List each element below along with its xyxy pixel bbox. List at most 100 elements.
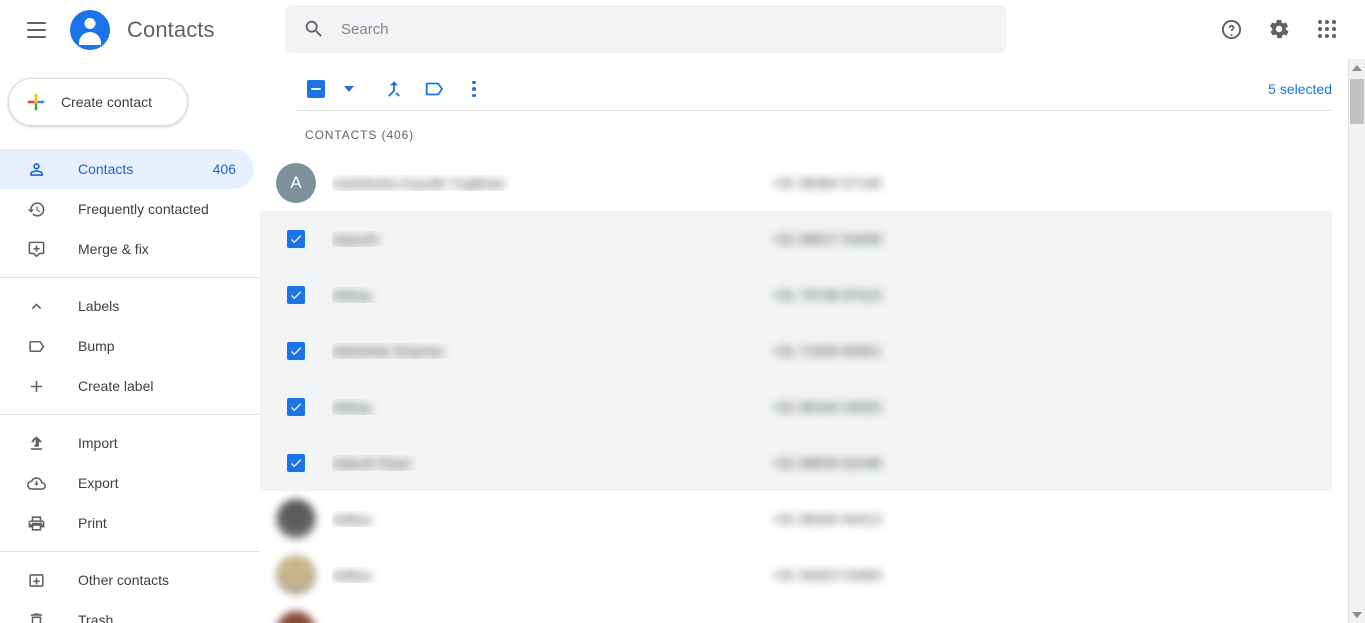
chevron-up-icon xyxy=(26,296,46,316)
sidebar: Create contact Contacts 406 Frequently c… xyxy=(0,59,260,623)
sidebar-item-merge-and-fix[interactable]: Merge & fix xyxy=(0,229,254,269)
apply-label-button[interactable] xyxy=(414,69,454,109)
table-row[interactable]: Abhishek Sharma +91 71609 60901 xyxy=(260,323,1332,379)
select-all-checkbox[interactable] xyxy=(296,69,336,109)
person-icon xyxy=(26,159,46,179)
contact-phone: +91 88345 64413 xyxy=(772,511,882,527)
avatar xyxy=(260,499,332,539)
scrollbar-thumb[interactable] xyxy=(1350,79,1364,124)
sidebar-item-frequently-contacted[interactable]: Frequently contacted xyxy=(0,189,254,229)
avatar xyxy=(260,555,332,595)
avatar-photo[interactable] xyxy=(276,499,316,539)
sidebar-item-label: Import xyxy=(78,435,118,451)
row-checkbox-cell xyxy=(260,230,332,248)
checkbox-checked-icon[interactable] xyxy=(287,342,305,360)
sidebar-item-create-label[interactable]: Create label xyxy=(0,366,254,406)
chevron-down-icon xyxy=(344,86,354,92)
sidebar-divider xyxy=(0,414,260,415)
contacts-section-header: CONTACTS (406) xyxy=(305,128,415,142)
sidebar-item-label: Export xyxy=(78,475,119,491)
contact-name: Aayush xyxy=(332,231,379,247)
contact-name: Aditya xyxy=(332,511,371,527)
plus-icon xyxy=(27,93,45,111)
merge-button[interactable] xyxy=(374,69,414,109)
sidebar-nav: Contacts 406 Frequently contacted Merge … xyxy=(0,149,260,623)
scroll-down-arrow-icon[interactable] xyxy=(1349,606,1365,623)
toolbar-divider xyxy=(296,110,1332,111)
sidebar-contacts-count: 406 xyxy=(212,161,236,177)
top-bar: Contacts xyxy=(0,0,1365,59)
hamburger-icon[interactable] xyxy=(12,6,60,54)
contact-phone: +91 79748 87615 xyxy=(772,287,882,303)
sidebar-item-label: Other contacts xyxy=(78,572,170,588)
sidebar-item-labels[interactable]: Labels xyxy=(0,286,254,326)
more-vertical-icon xyxy=(472,80,476,98)
more-options-button[interactable] xyxy=(454,69,494,109)
search-input[interactable] xyxy=(341,20,991,38)
avatar xyxy=(260,611,332,623)
contact-phone: +91 96344 04925 xyxy=(772,399,882,415)
apps-grid-icon[interactable] xyxy=(1303,5,1351,53)
create-contact-label: Create contact xyxy=(61,94,153,110)
row-checkbox-cell xyxy=(260,398,332,416)
sidebar-item-bump[interactable]: Bump xyxy=(0,326,254,366)
sidebar-item-export[interactable]: Export xyxy=(0,463,254,503)
scroll-up-arrow-icon[interactable] xyxy=(1349,59,1365,76)
checkbox-checked-icon[interactable] xyxy=(287,454,305,472)
table-row[interactable]: Abhay +91 79748 87615 xyxy=(260,267,1332,323)
sidebar-item-label: Bump xyxy=(78,338,115,354)
contact-name: Adarsh Raut xyxy=(332,455,410,471)
avatar-photo[interactable] xyxy=(276,555,316,595)
vertical-scrollbar[interactable] xyxy=(1348,59,1365,623)
sidebar-item-trash[interactable]: Trash xyxy=(0,600,254,623)
contact-name: Aditya xyxy=(332,567,371,583)
contact-name: Abhay xyxy=(332,399,372,415)
sidebar-divider xyxy=(0,551,260,552)
checkbox-checked-icon[interactable] xyxy=(287,230,305,248)
table-row[interactable]: Aditya +91 88345 64413 xyxy=(260,491,1332,547)
brand: Contacts xyxy=(70,9,215,50)
sidebar-item-contacts[interactable]: Contacts 406 xyxy=(0,149,254,189)
sidebar-divider xyxy=(0,277,260,278)
merge-icon xyxy=(388,81,400,97)
contact-phone: +91 98364 57140 xyxy=(772,175,882,191)
selection-dropdown-button[interactable] xyxy=(336,69,362,109)
table-row[interactable] xyxy=(260,603,1332,623)
avatar-letter[interactable]: A xyxy=(276,163,316,203)
checkbox-checked-icon[interactable] xyxy=(287,286,305,304)
trash-icon xyxy=(26,610,46,623)
table-row[interactable]: Adarsh Raut +91 98639 62448 xyxy=(260,435,1332,491)
page-title: Contacts xyxy=(127,16,215,42)
sidebar-item-print[interactable]: Print xyxy=(0,503,254,543)
contacts-person-logo xyxy=(70,9,110,50)
sidebar-item-other-contacts[interactable]: Other contacts xyxy=(0,560,254,600)
avatar-photo[interactable] xyxy=(276,611,316,623)
row-checkbox-cell xyxy=(260,454,332,472)
help-icon[interactable] xyxy=(1207,5,1255,53)
checkbox-indeterminate-icon xyxy=(307,80,325,98)
contact-phone: +91 90923 03483 xyxy=(772,567,882,583)
contact-name: Abhay xyxy=(332,287,372,303)
create-contact-button[interactable]: Create contact xyxy=(8,78,188,126)
list-toolbar: 5 selected xyxy=(296,67,1332,111)
contacts-list: A Aashlesha Kausiki Yugbhan +91 98364 5714… xyxy=(260,155,1332,623)
checkbox-checked-icon[interactable] xyxy=(287,398,305,416)
label-tag-icon xyxy=(425,82,444,96)
contact-phone: +91 98817 53456 xyxy=(772,231,882,247)
table-row[interactable]: A Aashlesha Kausiki Yugbhan +91 98364 5714… xyxy=(260,155,1332,211)
contacts-app: Contacts Search Create contact Contacts … xyxy=(0,0,1365,623)
table-row[interactable]: Aditya +91 90923 03483 xyxy=(260,547,1332,603)
sidebar-item-label: Labels xyxy=(78,298,120,314)
gear-icon[interactable] xyxy=(1255,5,1303,53)
label-tag-icon xyxy=(26,336,46,356)
contact-phone: +91 71609 60901 xyxy=(772,343,882,359)
table-row[interactable]: Aayush +91 98817 53456 xyxy=(260,211,1332,267)
sidebar-item-import[interactable]: Import xyxy=(0,423,254,463)
other-contacts-icon xyxy=(26,570,46,590)
sidebar-item-label: Contacts xyxy=(78,161,134,177)
search-bar[interactable] xyxy=(285,5,1007,53)
contact-name: Aashlesha Kausiki Yugbhan xyxy=(332,175,506,191)
export-cloud-icon xyxy=(26,473,46,493)
history-icon xyxy=(26,199,46,219)
table-row[interactable]: Abhay +91 96344 04925 xyxy=(260,379,1332,435)
